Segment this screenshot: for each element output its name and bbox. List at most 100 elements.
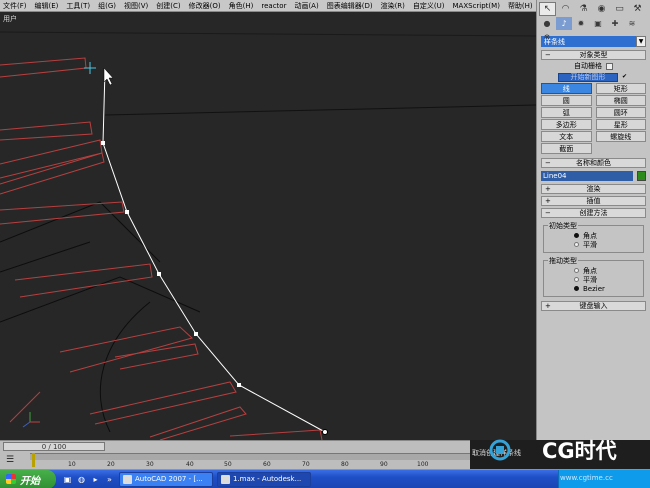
time-slider-bar: 0 / 100 (0, 440, 536, 451)
menu-edit[interactable]: 编辑(E) (35, 1, 59, 11)
text-button[interactable]: 文本 (541, 131, 592, 142)
media-icon[interactable]: ▸ (90, 474, 101, 485)
start-button[interactable]: 开始 (0, 469, 56, 488)
menu-rendering[interactable]: 渲染(R) (381, 1, 405, 11)
menu-help[interactable]: 帮助(H) (508, 1, 533, 11)
status-area: 取消创建样条线 CG时代 (470, 439, 650, 469)
radio-dot (574, 286, 579, 291)
keyboard-entry-title: 键盘输入 (579, 302, 608, 310)
show-desktop-icon[interactable]: ▣ (62, 474, 73, 485)
quick-launch: ▣ ◍ ▸ » (62, 474, 115, 485)
menu-modifiers[interactable]: 修改器(O) (189, 1, 221, 11)
logo-text: CG时代 (542, 439, 617, 463)
windows-taskbar: 开始 ▣ ◍ ▸ » AutoCAD 2007 - [... 1.max - A… (0, 469, 650, 488)
menu-group[interactable]: 组(G) (98, 1, 116, 11)
utilities-tab-icon[interactable]: ⚒ (629, 2, 646, 16)
lights-icon[interactable]: ✹ (573, 17, 589, 30)
menu-view[interactable]: 视图(V) (124, 1, 148, 11)
hierarchy-tab-icon[interactable]: ⚗ (575, 2, 592, 16)
expand-quicklaunch-icon[interactable]: » (104, 474, 115, 485)
command-panel: ↖ ◠ ⚗ ◉ ▭ ⚒ ● ♪ ✹ ▣ ✚ ≋ ❋ 样条线 ▼ − 对象类型 自… (536, 0, 650, 440)
circle-button[interactable]: 圆 (541, 95, 592, 106)
keyboard-entry-rollout[interactable]: + 键盘输入 (541, 301, 646, 311)
object-name-input[interactable]: Line04 (541, 171, 633, 181)
menu-graph-editors[interactable]: 图表编辑器(D) (327, 1, 373, 11)
viewport-label[interactable]: 用户 (3, 14, 17, 24)
taskbar-item-autocad[interactable]: AutoCAD 2007 - [... (119, 471, 213, 487)
category-dropdown[interactable]: 样条线 ▼ (541, 36, 646, 47)
name-color-rollout[interactable]: − 名称和颜色 (541, 158, 646, 168)
creation-method-rollout[interactable]: − 创建方法 (541, 208, 646, 218)
display-tab-icon[interactable]: ▭ (611, 2, 628, 16)
motion-tab-icon[interactable]: ◉ (593, 2, 610, 16)
create-tab-icon[interactable]: ↖ (539, 2, 556, 16)
initial-type-group: 初始类型 角点 平滑 (543, 221, 644, 253)
windows-logo-icon (6, 474, 16, 484)
radio-dot (574, 277, 579, 282)
taskbar-item-label: AutoCAD 2007 - [... (135, 475, 203, 483)
collapse-icon: − (545, 209, 551, 217)
browser-icon[interactable]: ◍ (76, 474, 87, 485)
shapes-icon[interactable]: ♪ (556, 17, 572, 30)
helpers-icon[interactable]: ✚ (607, 17, 623, 30)
tick-label: 90 (380, 461, 388, 468)
radio-dot (574, 233, 579, 238)
arc-button[interactable]: 弧 (541, 107, 592, 118)
rendering-rollout[interactable]: + 渲染 (541, 184, 646, 194)
initial-smooth-label: 平滑 (583, 240, 597, 249)
rectangle-button[interactable]: 矩形 (595, 83, 646, 94)
menu-tools[interactable]: 工具(T) (66, 1, 90, 11)
tick-label: 50 (224, 461, 232, 468)
helix-button[interactable]: 螺旋线 (595, 131, 646, 142)
menu-create[interactable]: 创建(C) (156, 1, 180, 11)
menu-customize[interactable]: 自定义(U) (413, 1, 445, 11)
track-line[interactable] (30, 453, 470, 460)
creation-method-title: 创建方法 (579, 209, 608, 217)
user-viewport[interactable]: 用户 (0, 12, 536, 440)
ellipse-button[interactable]: 椭圆 (595, 95, 646, 106)
track-bar[interactable]: ☰ 10 20 30 40 50 60 70 80 90 100 (0, 451, 536, 469)
3dsmax-icon (221, 474, 230, 484)
chevron-down-icon[interactable]: ▼ (636, 36, 646, 47)
object-type-rollout[interactable]: − 对象类型 (541, 50, 646, 60)
object-type-title: 对象类型 (579, 51, 608, 59)
drag-smooth-radio[interactable]: 平滑 (574, 275, 639, 284)
drag-bezier-radio[interactable]: Bezier (574, 284, 639, 293)
drag-smooth-label: 平滑 (583, 275, 597, 284)
taskbar-item-label: 1.max - Autodesk... (233, 475, 302, 483)
watermark-url: www.cgtime.cc (560, 474, 613, 482)
line-button[interactable]: 线 (541, 83, 592, 94)
menu-character[interactable]: 角色(H) (229, 1, 254, 11)
cameras-icon[interactable]: ▣ (590, 17, 606, 30)
donut-button[interactable]: 圆环 (595, 107, 646, 118)
initial-smooth-radio[interactable]: 平滑 (574, 240, 639, 249)
time-slider[interactable]: 0 / 100 (3, 442, 105, 451)
geometry-icon[interactable]: ● (539, 17, 555, 30)
collapse-icon: − (545, 51, 551, 59)
drag-type-title: 拖动类型 (548, 256, 578, 266)
menu-maxscript[interactable]: MAXScript(M) (453, 2, 500, 10)
category-value: 样条线 (544, 37, 565, 46)
star-button[interactable]: 星形 (595, 119, 646, 130)
ngon-button[interactable]: 多边形 (541, 119, 592, 130)
object-color-swatch[interactable] (637, 171, 646, 181)
tick-label: 40 (186, 461, 194, 468)
start-new-shape-checkbox[interactable] (622, 73, 629, 81)
menu-reactor[interactable]: reactor (261, 2, 286, 10)
start-new-shape-button[interactable]: 开始新图形 (558, 72, 618, 82)
expand-icon: + (545, 302, 551, 310)
rendering-title: 渲染 (586, 185, 601, 193)
interpolation-rollout[interactable]: + 插值 (541, 196, 646, 206)
interpolation-title: 插值 (586, 197, 601, 205)
autogrid-checkbox[interactable] (606, 62, 613, 70)
modify-tab-icon[interactable]: ◠ (557, 2, 574, 16)
menu-animation[interactable]: 动画(A) (294, 1, 318, 11)
tick-label: 100 (417, 461, 429, 468)
tick-label: 60 (263, 461, 271, 468)
autogrid-label: 自动栅格 (574, 62, 602, 70)
section-button[interactable]: 截面 (541, 143, 592, 154)
key-filter-icon[interactable]: ☰ (6, 455, 14, 465)
menu-file[interactable]: 文件(F) (3, 1, 27, 11)
taskbar-item-3dsmax[interactable]: 1.max - Autodesk... (217, 471, 311, 487)
space-warps-icon[interactable]: ≋ (624, 17, 640, 30)
